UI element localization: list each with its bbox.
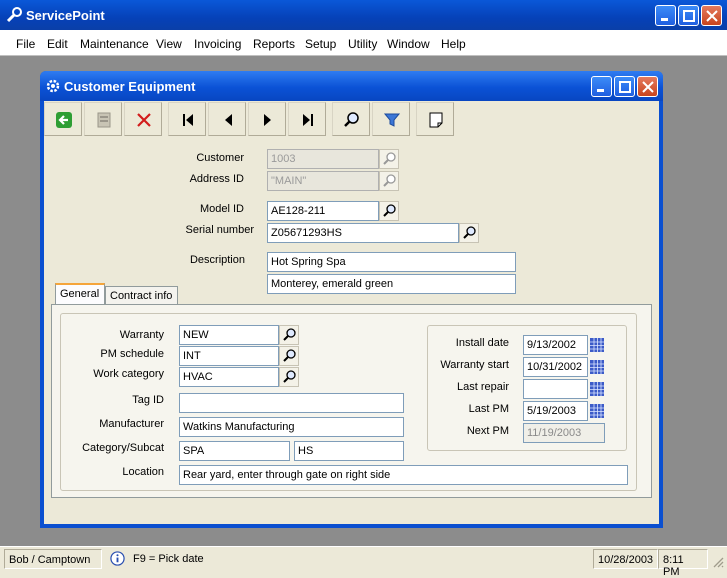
- wrench-icon: [6, 7, 22, 23]
- menu-bar: File Edit Maintenance View Invoicing Rep…: [0, 30, 727, 56]
- menu-window[interactable]: Window: [387, 37, 430, 51]
- menu-reports[interactable]: Reports: [253, 37, 295, 51]
- status-hint: F9 = Pick date: [133, 553, 204, 565]
- calendar-icon[interactable]: [589, 403, 605, 419]
- category-subcat-label: Category/Subcat: [82, 442, 164, 454]
- calendar-icon[interactable]: [589, 381, 605, 397]
- minimize-icon: [597, 89, 604, 92]
- manufacturer-field[interactable]: Watkins Manufacturing: [179, 417, 404, 437]
- last-pm-label: Last PM: [468, 403, 509, 415]
- magnifier-icon: [283, 370, 296, 383]
- work-category-label: Work category: [93, 368, 164, 380]
- close-icon: [706, 10, 718, 22]
- location-field[interactable]: Rear yard, enter through gate on right s…: [179, 465, 628, 485]
- tab-panel-layer: Warranty NEW PM schedule INT Work catego…: [44, 101, 659, 524]
- child-title-bar[interactable]: Customer Equipment: [40, 71, 663, 101]
- menu-file[interactable]: File: [16, 37, 35, 51]
- pm-schedule-field[interactable]: INT: [179, 346, 279, 366]
- warranty-lookup-button[interactable]: [279, 325, 299, 345]
- tag-id-field[interactable]: [179, 393, 404, 413]
- install-date-label: Install date: [455, 337, 509, 349]
- warranty-start-label: Warranty start: [440, 359, 509, 371]
- status-time: 8:11 PM: [658, 549, 708, 578]
- warranty-start-field[interactable]: 10/31/2002: [523, 357, 588, 377]
- tag-id-label: Tag ID: [132, 394, 164, 406]
- minimize-icon: [661, 18, 668, 21]
- install-date-field[interactable]: 9/13/2002: [523, 335, 588, 355]
- status-bar: Bob / Camptown F9 = Pick date 10/28/2003…: [0, 546, 727, 578]
- child-close-button[interactable]: [637, 76, 658, 97]
- last-repair-label: Last repair: [457, 381, 509, 393]
- subcategory-field[interactable]: HS: [294, 441, 404, 461]
- child-minimize-button[interactable]: [591, 76, 612, 97]
- info-icon: [110, 551, 125, 566]
- app-title-bar[interactable]: ServicePoint: [0, 0, 727, 30]
- minimize-button[interactable]: [655, 5, 676, 26]
- last-pm-field[interactable]: 5/19/2003: [523, 401, 588, 421]
- window-title: Customer Equipment: [64, 79, 196, 94]
- gear-icon: [46, 79, 60, 93]
- location-label: Location: [122, 466, 164, 478]
- menu-setup[interactable]: Setup: [305, 37, 336, 51]
- menu-utility[interactable]: Utility: [348, 37, 377, 51]
- child-maximize-button[interactable]: [614, 76, 635, 97]
- status-date: 10/28/2003: [593, 549, 658, 569]
- next-pm-label: Next PM: [466, 425, 509, 437]
- maximize-button[interactable]: [678, 5, 699, 26]
- category-field[interactable]: SPA: [179, 441, 290, 461]
- calendar-icon[interactable]: [589, 337, 605, 353]
- menu-view[interactable]: View: [156, 37, 182, 51]
- menu-invoicing[interactable]: Invoicing: [194, 37, 241, 51]
- app-title: ServicePoint: [26, 8, 105, 23]
- magnifier-icon: [283, 328, 296, 341]
- close-button[interactable]: [701, 5, 722, 26]
- pm-schedule-lookup-button[interactable]: [279, 346, 299, 366]
- maximize-icon: [683, 10, 695, 22]
- next-pm-field: 11/19/2003: [523, 423, 605, 443]
- magnifier-icon: [283, 349, 296, 362]
- manufacturer-label: Manufacturer: [99, 418, 164, 430]
- last-repair-field[interactable]: [523, 379, 588, 399]
- resize-grip-icon[interactable]: [711, 555, 724, 568]
- pm-schedule-label: PM schedule: [100, 348, 164, 360]
- menu-maintenance[interactable]: Maintenance: [80, 37, 149, 51]
- close-icon: [642, 81, 654, 93]
- status-user: Bob / Camptown: [4, 549, 102, 569]
- menu-help[interactable]: Help: [441, 37, 466, 51]
- warranty-label: Warranty: [119, 329, 164, 341]
- work-category-lookup-button[interactable]: [279, 367, 299, 387]
- work-category-field[interactable]: HVAC: [179, 367, 279, 387]
- calendar-icon[interactable]: [589, 359, 605, 375]
- maximize-icon: [619, 81, 631, 93]
- warranty-field[interactable]: NEW: [179, 325, 279, 345]
- menu-edit[interactable]: Edit: [47, 37, 68, 51]
